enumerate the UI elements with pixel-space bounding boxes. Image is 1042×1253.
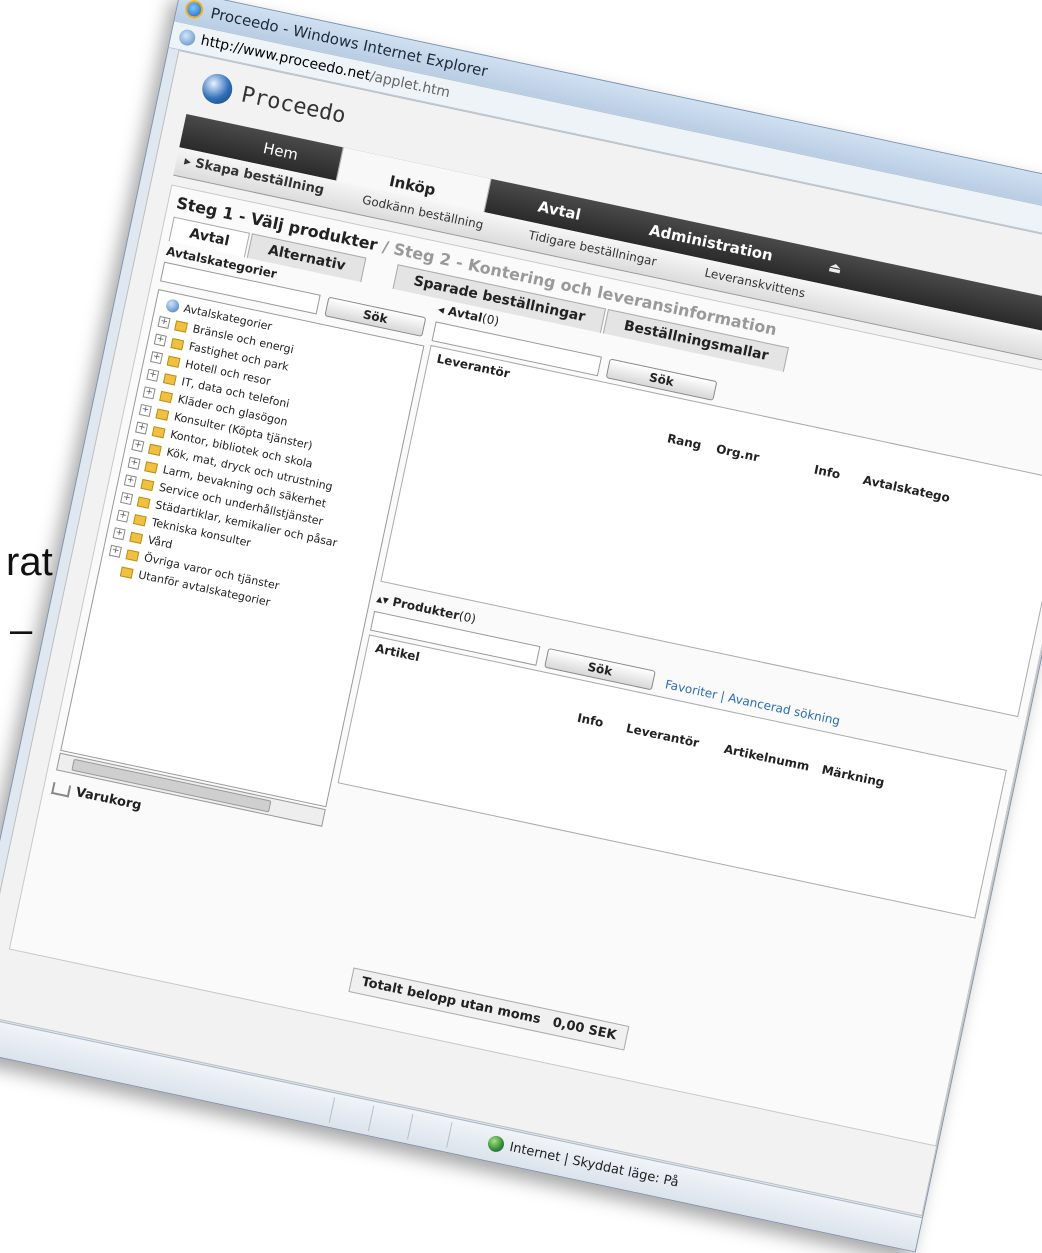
expand-icon[interactable]: + xyxy=(146,368,160,382)
col-leverantor[interactable]: Leverantör xyxy=(436,352,511,381)
expand-icon[interactable]: + xyxy=(112,527,126,541)
folder-icon xyxy=(136,496,151,509)
expand-icon[interactable]: + xyxy=(135,421,149,435)
folder-icon xyxy=(151,425,166,438)
browser-window: Proceedo - Windows Internet Explorer htt… xyxy=(0,0,1042,1253)
background-dash-fragment: – xyxy=(10,608,33,652)
page-icon xyxy=(177,28,197,48)
step-separator: / xyxy=(380,236,391,257)
expand-icon[interactable]: + xyxy=(138,403,152,418)
expand-icon[interactable]: + xyxy=(142,386,156,400)
background-text-fragment: rat xyxy=(6,540,53,584)
right-area: ◂ Avtal(0) Sök Leverantör Rang Org.nr In… xyxy=(336,302,1042,927)
expand-icon[interactable]: + xyxy=(123,474,137,488)
proceedo-logo-icon xyxy=(199,71,236,107)
col-info[interactable]: Info xyxy=(576,711,605,730)
status-divider xyxy=(446,1122,453,1148)
status-divider xyxy=(407,1113,414,1140)
cart-icon xyxy=(51,781,72,798)
expand-icon[interactable]: + xyxy=(153,333,167,347)
folder-icon xyxy=(163,372,177,386)
folder-icon xyxy=(129,531,144,544)
folder-icon xyxy=(170,337,185,350)
order-panel: Steg 1 - Välj produkter / Steg 2 - Konte… xyxy=(8,184,1042,1147)
col-markning[interactable]: Märkning xyxy=(821,763,886,790)
status-divider xyxy=(367,1105,375,1132)
folder-icon xyxy=(144,460,159,474)
total-label: Totalt belopp utan moms xyxy=(360,974,542,1028)
tree-item-label: Vård xyxy=(146,533,174,552)
expand-icon[interactable]: + xyxy=(116,509,130,523)
globe-icon xyxy=(164,298,181,314)
col-artikelnummer[interactable]: Artikelnumm xyxy=(723,742,811,774)
expand-icon[interactable]: + xyxy=(108,544,122,558)
col-orgnr[interactable]: Org.nr xyxy=(715,442,761,465)
folder-icon xyxy=(148,443,162,456)
expand-icon[interactable]: + xyxy=(157,315,171,329)
folder-icon xyxy=(155,407,170,421)
expand-icon[interactable]: + xyxy=(131,439,145,453)
col-rang[interactable]: Rang xyxy=(666,431,703,452)
expand-icon[interactable]: + xyxy=(127,456,141,470)
status-divider xyxy=(328,1097,336,1123)
total-amount: Totalt belopp utan moms 0,00 SEK xyxy=(348,967,630,1051)
col-artikel[interactable]: Artikel xyxy=(374,641,421,664)
folder-icon xyxy=(166,355,181,368)
col-avtalskategori[interactable]: Avtalskatego xyxy=(862,473,952,505)
folder-icon xyxy=(140,478,155,491)
internet-globe-icon xyxy=(486,1134,506,1154)
folder-icon xyxy=(159,390,174,403)
folder-icon xyxy=(133,513,147,526)
folder-icon xyxy=(125,548,140,562)
collapse-icon[interactable]: ⏏ xyxy=(827,259,843,277)
varukorg-label: Varukorg xyxy=(74,785,143,814)
expand-icon[interactable]: + xyxy=(120,491,134,506)
col-info[interactable]: Info xyxy=(813,462,842,481)
total-value: 0,00 SEK xyxy=(551,1015,618,1044)
folder-icon xyxy=(174,319,189,333)
expand-icon[interactable]: + xyxy=(150,351,164,365)
folder-icon xyxy=(119,566,134,579)
col-leverantor[interactable]: Leverantör xyxy=(625,721,700,750)
page-content: Proceedo Hem Inköp Avtal Administration … xyxy=(0,49,1042,1217)
brand-name: Proceedo xyxy=(239,81,348,129)
ie-logo-icon xyxy=(183,0,205,21)
